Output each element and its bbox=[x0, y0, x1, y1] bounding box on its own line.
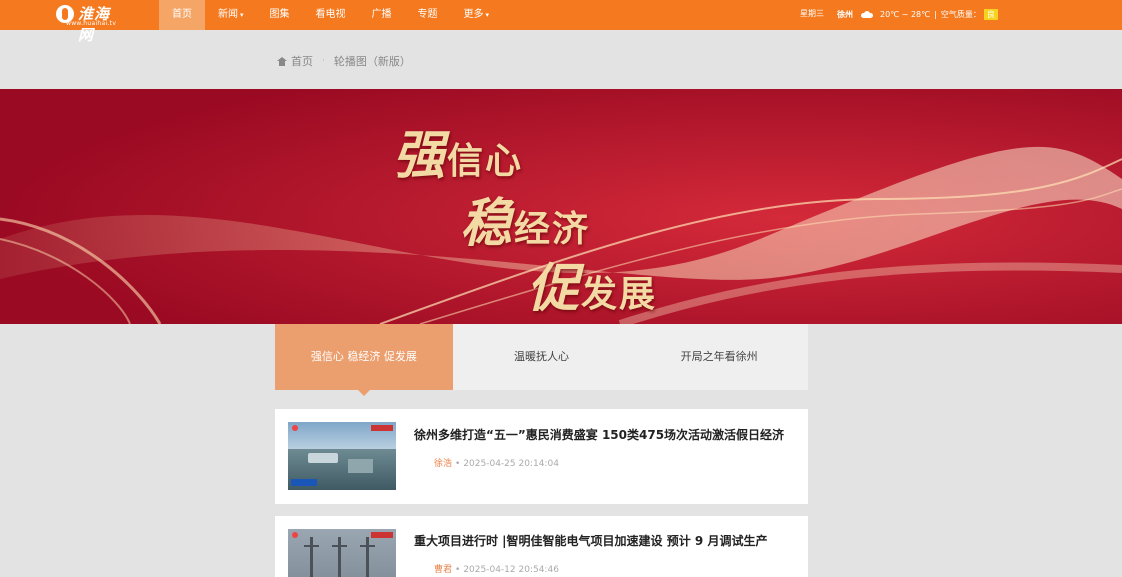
news-author: 曹君 bbox=[434, 565, 453, 575]
topic-tabs: 强信心 稳经济 促发展 温暖抚人心 开局之年看徐州 bbox=[275, 324, 808, 396]
news-title[interactable]: 重大项目进行时 |智明佳智能电气项目加速建设 预计 9 月调试生产 bbox=[414, 532, 767, 549]
thumbnail-pylon bbox=[304, 537, 319, 577]
nav-item-gallery[interactable]: 图集 bbox=[257, 0, 303, 30]
slogan-text: 促发展 bbox=[527, 258, 658, 319]
nav-item-more[interactable]: 更多 ▾ bbox=[451, 0, 503, 30]
air-quality-label: 空气质量： bbox=[940, 10, 981, 19]
tab-label: 开局之年看徐州 bbox=[680, 350, 758, 363]
banner-slogan-line-3: 促发展 bbox=[527, 246, 657, 321]
nav-item-tv[interactable]: 看电视 bbox=[303, 0, 359, 30]
news-meta: 徐浩 • 2025-04-25 20:14:04 bbox=[434, 456, 559, 469]
nav-label: 看电视 bbox=[315, 9, 346, 20]
weather-divider: | bbox=[934, 10, 937, 19]
nav-label: 首页 bbox=[172, 9, 192, 20]
slogan-text: 稳经济 bbox=[460, 193, 591, 254]
nav-item-radio[interactable]: 广播 bbox=[359, 0, 405, 30]
thumbnail-pylon bbox=[360, 537, 375, 577]
air-quality-badge: 良 bbox=[983, 9, 998, 20]
meta-dot: • bbox=[455, 459, 461, 469]
news-title[interactable]: 徐州多维打造“五一”惠民消费盛宴 150类475场次活动激活假日经济 bbox=[414, 426, 784, 443]
main-nav: 首页 新闻 ▾ 图集 看电视 广播 专题 更多 ▾ bbox=[159, 0, 502, 30]
nav-item-home[interactable]: 首页 bbox=[159, 0, 205, 30]
tab-xuzhou-opening-year[interactable]: 开局之年看徐州 bbox=[630, 324, 808, 390]
news-author: 徐浩 bbox=[434, 459, 453, 469]
weather-widget: 徐州 20℃ ~ 28℃ | 空气质量： 良 bbox=[837, 9, 998, 20]
slogan-lead-character: 促 bbox=[527, 258, 582, 319]
weather-temperature: 20℃ ~ 28℃ bbox=[880, 10, 931, 19]
news-datetime: 2025-04-25 20:14:04 bbox=[463, 459, 559, 469]
thumbnail-tag bbox=[371, 532, 393, 538]
news-thumbnail[interactable] bbox=[288, 422, 396, 490]
news-list-item[interactable]: 重大项目进行时 |智明佳智能电气项目加速建设 预计 9 月调试生产 曹君 • 202… bbox=[275, 516, 808, 577]
weekday-label: 星期三 bbox=[800, 9, 824, 18]
nav-label: 图集 bbox=[269, 9, 290, 20]
nav-item-topics[interactable]: 专题 bbox=[405, 0, 451, 30]
caret-down-icon: ▾ bbox=[485, 11, 490, 19]
thumbnail-logo-icon bbox=[292, 425, 298, 431]
slogan-lead-character: 稳 bbox=[460, 193, 515, 254]
top-navigation-bar: 淮海网 www.huaihai.tv 首页 新闻 ▾ 图集 看电视 广播 专题 更… bbox=[0, 0, 1122, 44]
tab-label: 温暖抚人心 bbox=[514, 350, 569, 363]
meta-dot: • bbox=[455, 565, 461, 575]
caret-down-icon: ▾ bbox=[240, 11, 244, 19]
logo-url: www.huaihai.tv bbox=[66, 20, 117, 27]
slogan-rest: 信心 bbox=[447, 140, 524, 182]
nav-label: 新闻 bbox=[218, 9, 238, 20]
slogan-text: 强信心 bbox=[393, 125, 524, 186]
nav-label: 专题 bbox=[417, 9, 438, 20]
carousel-banner[interactable]: 强信心 稳经济 促发展 bbox=[0, 89, 1122, 324]
weather-city: 徐州 bbox=[837, 10, 853, 19]
breadcrumb-separator: · bbox=[322, 56, 325, 66]
news-list-item[interactable]: 徐州多维打造“五一”惠民消费盛宴 150类475场次活动激活假日经济 徐浩 • 20… bbox=[275, 409, 808, 504]
news-thumbnail[interactable] bbox=[288, 529, 396, 577]
thumbnail-logo-icon bbox=[292, 532, 298, 538]
tab-strong-confidence[interactable]: 强信心 稳经济 促发展 bbox=[275, 324, 453, 396]
tab-warm-hearts[interactable]: 温暖抚人心 bbox=[453, 324, 631, 390]
thumbnail-badge bbox=[291, 479, 317, 486]
banner-slogan-line-2: 稳经济 bbox=[460, 181, 590, 256]
tab-label: 强信心 稳经济 促发展 bbox=[310, 350, 417, 363]
site-logo[interactable]: 淮海网 www.huaihai.tv bbox=[52, 2, 124, 44]
breadcrumb-home-link[interactable]: 首页 bbox=[291, 53, 313, 69]
banner-slogan-line-1: 强信心 bbox=[393, 113, 523, 188]
breadcrumb: 首页 · 轮播图（新版） bbox=[277, 53, 411, 69]
cloud-icon bbox=[859, 10, 875, 19]
slogan-rest: 经济 bbox=[514, 208, 591, 250]
thumbnail-tag bbox=[371, 425, 393, 431]
nav-item-news[interactable]: 新闻 ▾ bbox=[205, 0, 257, 30]
nav-label: 广播 bbox=[371, 9, 392, 20]
slogan-lead-character: 强 bbox=[393, 125, 448, 186]
breadcrumb-current: 轮播图（新版） bbox=[333, 55, 411, 68]
thumbnail-pylon bbox=[332, 537, 347, 577]
nav-label: 更多 bbox=[463, 9, 484, 20]
home-icon bbox=[277, 56, 287, 66]
slogan-rest: 发展 bbox=[581, 273, 658, 315]
news-datetime: 2025-04-12 20:54:46 bbox=[463, 565, 559, 575]
news-meta: 曹君 • 2025-04-12 20:54:46 bbox=[434, 562, 559, 575]
